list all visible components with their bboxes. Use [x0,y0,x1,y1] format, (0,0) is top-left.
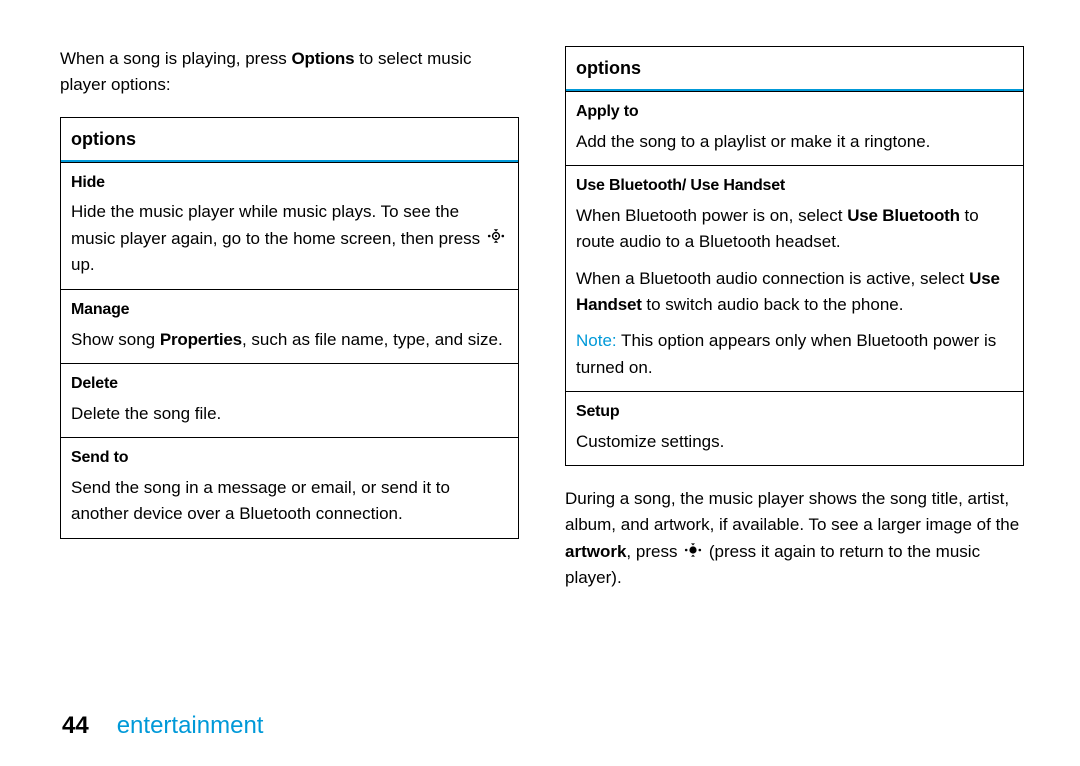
table-row: Use Bluetooth/ Use Handset When Bluetoot… [566,165,1023,391]
row-body-p1: When Bluetooth power is on, select Use B… [576,203,1013,256]
intro-prefix: When a song is playing, press [60,49,292,68]
row-body: Customize settings. [576,429,1013,455]
table-row: Send to Send the song in a message or em… [61,437,518,537]
table-header: options [566,47,1023,91]
table-header: options [61,118,518,162]
outro-paragraph: During a song, the music player shows th… [565,486,1024,592]
page-footer: 44 entertainment [62,712,263,740]
row-body: Show song Properties, such as file name,… [71,327,508,353]
options-table-right: options Apply to Add the song to a playl… [565,46,1024,466]
row-body: Add the song to a playlist or make it a … [576,129,1013,155]
row-bold: Use Bluetooth [847,206,960,225]
center-select-icon [684,539,702,565]
row-title: Use Bluetooth/ Use Handset [576,174,1013,199]
table-row: Hide Hide the music player while music p… [61,162,518,289]
row-title: Setup [576,400,1013,425]
table-row: Apply to Add the song to a playlist or m… [566,91,1023,165]
row-bold: Properties [160,330,242,349]
row-title: Manage [71,298,508,323]
row-body-note: Note: This option appears only when Blue… [576,328,1013,381]
row-title: Delete [71,372,508,397]
row-body: Hide the music player while music plays.… [71,199,508,278]
row-body: Delete the song file. [71,401,508,427]
row-body: Send the song in a message or email, or … [71,475,508,528]
page-number: 44 [62,712,89,739]
table-row: Delete Delete the song file. [61,363,518,437]
outro-bold: artwork [565,542,626,561]
nav-up-icon [487,226,505,252]
intro-bold: Options [292,49,355,68]
intro-paragraph: When a song is playing, press Options to… [60,46,519,99]
row-title: Send to [71,446,508,471]
row-body-p2: When a Bluetooth audio connection is act… [576,266,1013,319]
two-column-layout: When a song is playing, press Options to… [60,46,1024,609]
right-column: options Apply to Add the song to a playl… [565,46,1024,609]
row-title: Hide [71,171,508,196]
options-table-left: options Hide Hide the music player while… [60,117,519,539]
section-name: entertainment [117,712,264,739]
page: When a song is playing, press Options to… [0,0,1080,766]
note-label: Note: [576,331,617,350]
row-title: Apply to [576,100,1013,125]
table-row: Manage Show song Properties, such as fil… [61,289,518,363]
left-column: When a song is playing, press Options to… [60,46,519,609]
table-row: Setup Customize settings. [566,391,1023,465]
